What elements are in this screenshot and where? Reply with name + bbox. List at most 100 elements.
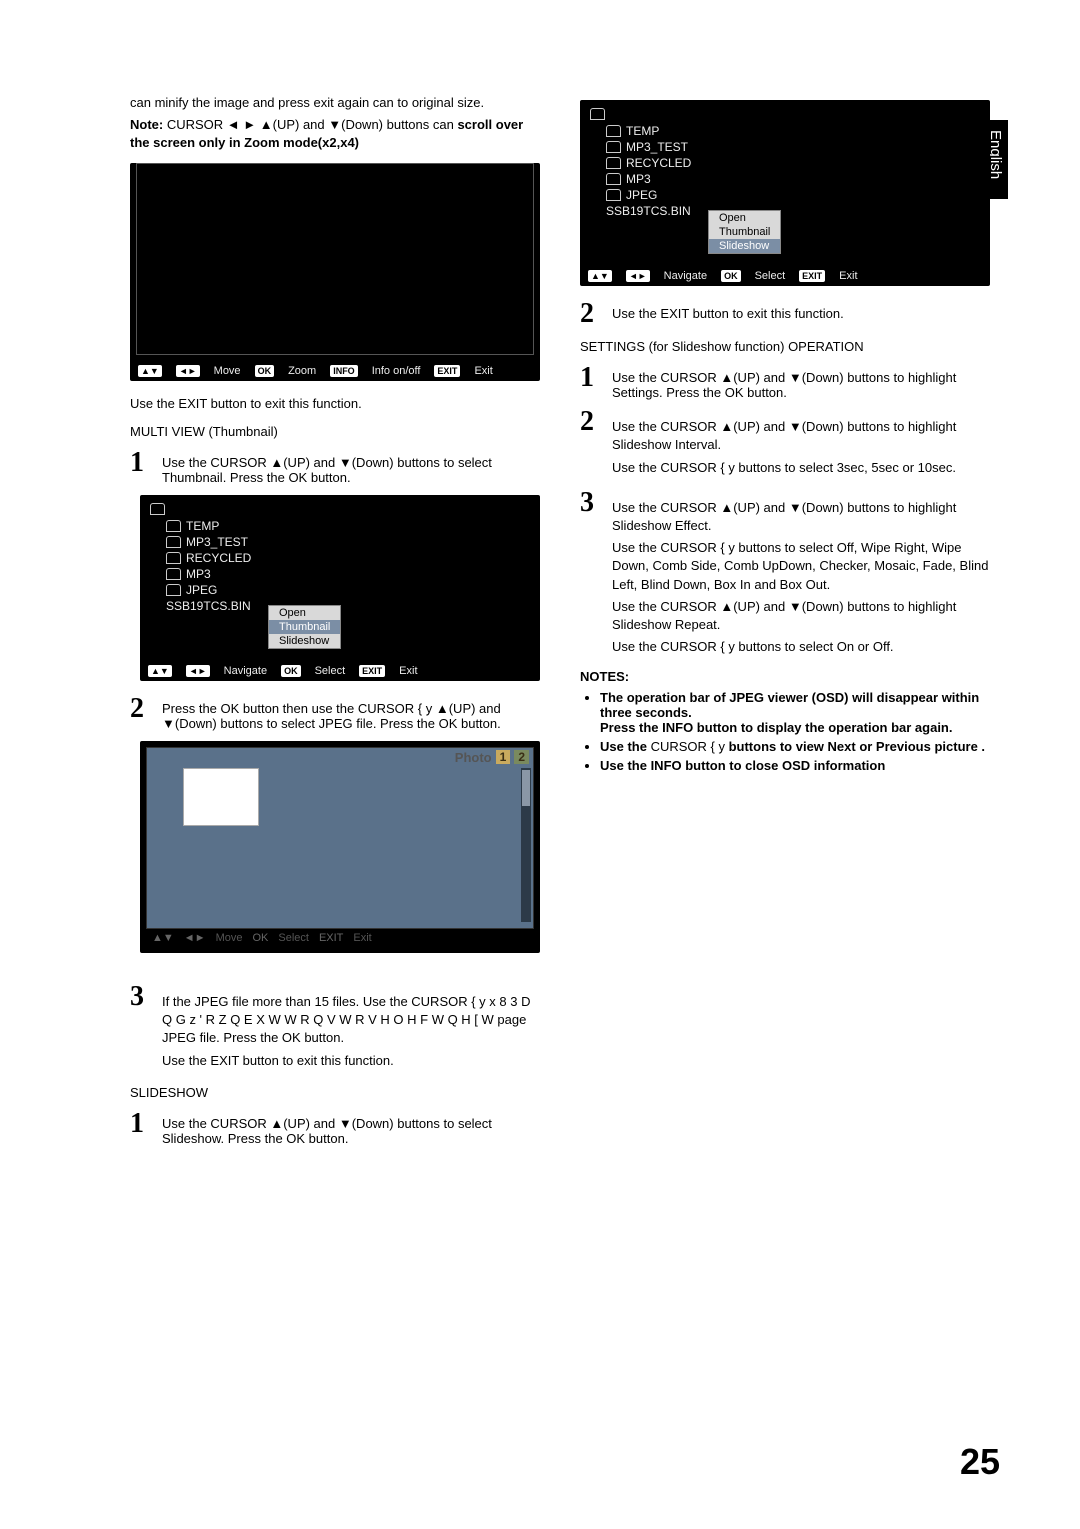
tree-item: TEMP — [626, 124, 659, 138]
bar-select: Select — [315, 665, 346, 677]
bar-zoom: Zoom — [288, 365, 316, 377]
bar-exit: Exit — [839, 270, 857, 282]
slideshow-title: SLIDESHOW — [130, 1084, 540, 1102]
key-updown: ▲▼ — [138, 365, 162, 377]
bar-select-faded: Select — [278, 932, 309, 944]
bar-exit-faded: Exit — [353, 932, 371, 944]
osd-thumbnail-grid: Photo 1 2 ▲▼ ◄► Move OK Select EXIT Exit — [140, 741, 540, 953]
step-number-3: 3 — [130, 983, 150, 1011]
note-line: Note: CURSOR ◄ ► ▲(UP) and ▼(Down) butto… — [130, 116, 540, 152]
menu-slideshow[interactable]: Slideshow — [709, 239, 780, 253]
key-exit: EXIT — [319, 932, 343, 944]
osd-file-tree-thumbnail: TEMP MP3_TEST RECYCLED MP3 JPEG SSB19TCS… — [140, 495, 540, 681]
tree-item: RECYCLED — [186, 551, 251, 565]
key-info: INFO — [330, 365, 358, 377]
bar-info: Info on/off — [372, 365, 421, 377]
context-menu: Open Thumbnail Slideshow — [268, 605, 341, 649]
exit-text-1: Use the EXIT button to exit this functio… — [130, 395, 540, 413]
step-number-set1: 1 — [580, 364, 600, 392]
step-text-1: Use the CURSOR ▲(UP) and ▼(Down) buttons… — [162, 449, 540, 485]
right-column: TEMP MP3_TEST RECYCLED MP3 JPEG SSB19TCS… — [580, 90, 990, 1154]
step-text-2: Press the OK button then use the CURSOR … — [162, 695, 540, 731]
thumb-page-total: 2 — [514, 750, 529, 764]
step-text-set3d: Use the CURSOR { y buttons to select On … — [612, 638, 990, 656]
note-body: CURSOR ◄ ► ▲(UP) and ▼(Down) buttons can — [167, 117, 458, 132]
tree-item: RECYCLED — [626, 156, 691, 170]
folder-icon — [166, 584, 181, 596]
key-ok: OK — [255, 365, 275, 377]
left-column: can minify the image and press exit agai… — [130, 90, 540, 1154]
key-leftright: ◄► — [626, 270, 650, 282]
key-updown: ▲▼ — [152, 932, 174, 944]
tree-item: MP3 — [626, 172, 651, 186]
step-text-set2b: Use the CURSOR { y buttons to select 3se… — [612, 459, 990, 477]
bar-exit: Exit — [474, 365, 492, 377]
note-item-3: Use the INFO button to close OSD informa… — [600, 758, 990, 773]
folder-icon — [606, 189, 621, 201]
page-number: 25 — [960, 1441, 1000, 1483]
thumb-page-num: 1 — [496, 750, 511, 764]
bar-navigate: Navigate — [224, 665, 267, 677]
key-exit: EXIT — [359, 665, 385, 677]
bar-select: Select — [755, 270, 786, 282]
note-label: Note: — [130, 117, 163, 132]
step-text-set3a: Use the CURSOR ▲(UP) and ▼(Down) buttons… — [612, 499, 990, 535]
step-text-set2a: Use the CURSOR ▲(UP) and ▼(Down) buttons… — [612, 418, 990, 454]
note-item-1: The operation bar of JPEG viewer (OSD) w… — [600, 690, 990, 735]
step-text-set3c: Use the CURSOR ▲(UP) and ▼(Down) buttons… — [612, 598, 990, 634]
key-updown: ▲▼ — [148, 665, 172, 677]
folder-icon — [606, 141, 621, 153]
folder-icon — [166, 536, 181, 548]
menu-open[interactable]: Open — [709, 211, 780, 225]
step-number-2: 2 — [130, 695, 150, 723]
multi-view-title: MULTI VIEW (Thumbnail) — [130, 423, 540, 441]
tree-item: JPEG — [186, 583, 217, 597]
folder-icon — [606, 173, 621, 185]
tree-item: MP3 — [186, 567, 211, 581]
osd-image-viewer: ▲▼ ◄► Move OK Zoom INFO Info on/off EXIT… — [130, 163, 540, 381]
folder-icon — [166, 568, 181, 580]
bar-move-faded: Move — [216, 932, 243, 944]
bar-exit: Exit — [399, 665, 417, 677]
tree-item: JPEG — [626, 188, 657, 202]
menu-slideshow[interactable]: Slideshow — [269, 634, 340, 648]
folder-icon — [166, 520, 181, 532]
thumb-title-faded: Photo — [455, 750, 492, 765]
exit-text-3: Use the EXIT button to exit this functio… — [162, 1052, 540, 1070]
notes-block: NOTES: The operation bar of JPEG viewer … — [580, 668, 990, 773]
step-number-s1: 1 — [130, 1110, 150, 1138]
step-number-1: 1 — [130, 449, 150, 477]
context-menu: Open Thumbnail Slideshow — [708, 210, 781, 254]
key-ok: OK — [721, 270, 741, 282]
key-ok: OK — [252, 932, 268, 944]
step-text-s1: Use the CURSOR ▲(UP) and ▼(Down) buttons… — [162, 1110, 540, 1146]
folder-icon — [606, 125, 621, 137]
bar-move: Move — [214, 365, 241, 377]
tree-file: SSB19TCS.BIN — [166, 599, 251, 613]
step-text-set3b: Use the CURSOR { y buttons to select Off… — [612, 539, 990, 594]
tree-item: MP3_TEST — [626, 140, 688, 154]
step-number-r2: 2 — [580, 300, 600, 328]
intro-text: can minify the image and press exit agai… — [130, 94, 540, 112]
notes-label: NOTES: — [580, 668, 990, 686]
step-number-set3: 3 — [580, 489, 600, 517]
key-ok: OK — [281, 665, 301, 677]
scrollbar[interactable] — [521, 768, 531, 922]
step-number-set2: 2 — [580, 408, 600, 436]
step-text-r2: Use the EXIT button to exit this functio… — [612, 300, 990, 321]
menu-open[interactable]: Open — [269, 606, 340, 620]
folder-icon — [150, 503, 165, 515]
settings-title: SETTINGS (for Slideshow function) OPERAT… — [580, 338, 990, 356]
thumbnail-item[interactable] — [183, 768, 259, 826]
folder-icon — [606, 157, 621, 169]
key-exit: EXIT — [799, 270, 825, 282]
menu-thumbnail[interactable]: Thumbnail — [269, 620, 340, 634]
folder-icon — [166, 552, 181, 564]
menu-thumbnail[interactable]: Thumbnail — [709, 225, 780, 239]
step-text-set1: Use the CURSOR ▲(UP) and ▼(Down) buttons… — [612, 364, 990, 400]
bar-navigate: Navigate — [664, 270, 707, 282]
key-leftright: ◄► — [176, 365, 200, 377]
tree-item: MP3_TEST — [186, 535, 248, 549]
key-updown: ▲▼ — [588, 270, 612, 282]
osd-file-tree-slideshow: TEMP MP3_TEST RECYCLED MP3 JPEG SSB19TCS… — [580, 100, 990, 286]
